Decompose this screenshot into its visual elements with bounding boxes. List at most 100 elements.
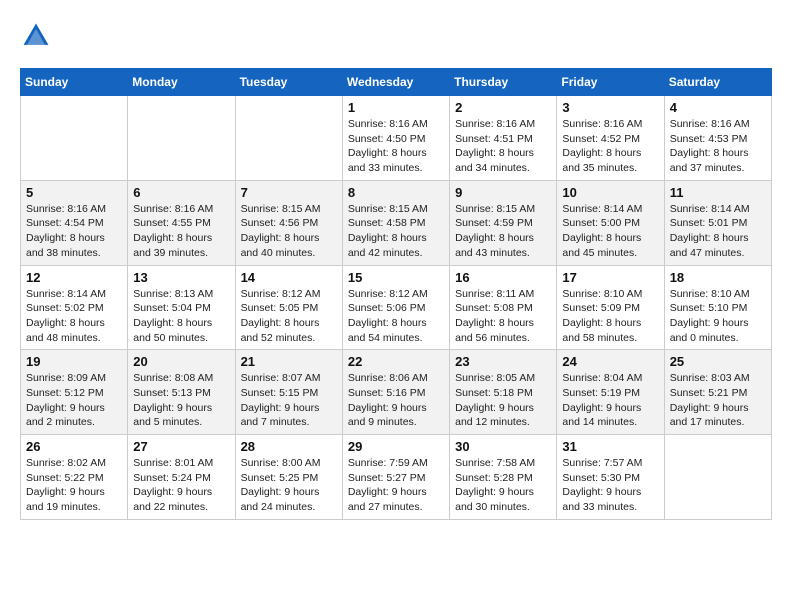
week-row-4: 19 Sunrise: 8:09 AM Sunset: 5:12 PM Dayli… (21, 350, 772, 435)
day-info: Sunrise: 8:14 AM Sunset: 5:02 PM Dayligh… (26, 287, 122, 346)
day-number: 6 (133, 185, 229, 200)
calendar-cell: 19 Sunrise: 8:09 AM Sunset: 5:12 PM Dayli… (21, 350, 128, 435)
day-info: Sunrise: 8:13 AM Sunset: 5:04 PM Dayligh… (133, 287, 229, 346)
calendar-cell: 8 Sunrise: 8:15 AM Sunset: 4:58 PM Daylig… (342, 180, 449, 265)
week-row-1: 1Sunrise: 8:16 AM Sunset: 4:50 PM Daylig… (21, 96, 772, 181)
day-number: 15 (348, 270, 444, 285)
day-info: Sunrise: 8:15 AM Sunset: 4:56 PM Dayligh… (241, 202, 337, 261)
day-info: Sunrise: 8:16 AM Sunset: 4:52 PM Dayligh… (562, 117, 658, 176)
calendar-cell: 6 Sunrise: 8:16 AM Sunset: 4:55 PM Daylig… (128, 180, 235, 265)
calendar-cell (235, 96, 342, 181)
day-number: 9 (455, 185, 551, 200)
day-info: Sunrise: 8:02 AM Sunset: 5:22 PM Dayligh… (26, 456, 122, 515)
day-number: 30 (455, 439, 551, 454)
calendar-cell: 3 Sunrise: 8:16 AM Sunset: 4:52 PM Daylig… (557, 96, 664, 181)
day-number: 13 (133, 270, 229, 285)
day-info: Sunrise: 8:07 AM Sunset: 5:15 PM Dayligh… (241, 371, 337, 430)
day-info: Sunrise: 7:58 AM Sunset: 5:28 PM Dayligh… (455, 456, 551, 515)
calendar-cell: 5 Sunrise: 8:16 AM Sunset: 4:54 PM Daylig… (21, 180, 128, 265)
calendar-cell: 29 Sunrise: 7:59 AM Sunset: 5:27 PM Dayli… (342, 435, 449, 520)
day-number: 10 (562, 185, 658, 200)
day-info: Sunrise: 7:59 AM Sunset: 5:27 PM Dayligh… (348, 456, 444, 515)
calendar-cell: 14 Sunrise: 8:12 AM Sunset: 5:05 PM Dayli… (235, 265, 342, 350)
day-number: 17 (562, 270, 658, 285)
calendar-cell: 2Sunrise: 8:16 AM Sunset: 4:51 PM Daylig… (450, 96, 557, 181)
weekday-header-thursday: Thursday (450, 69, 557, 96)
calendar-cell: 24Sunrise: 8:04 AM Sunset: 5:19 PM Dayli… (557, 350, 664, 435)
day-info: Sunrise: 8:16 AM Sunset: 4:53 PM Dayligh… (670, 117, 766, 176)
calendar-cell: 10 Sunrise: 8:14 AM Sunset: 5:00 PM Dayli… (557, 180, 664, 265)
day-number: 31 (562, 439, 658, 454)
day-number: 28 (241, 439, 337, 454)
day-info: Sunrise: 8:10 AM Sunset: 5:10 PM Dayligh… (670, 287, 766, 346)
calendar-cell: 4 Sunrise: 8:16 AM Sunset: 4:53 PM Daylig… (664, 96, 771, 181)
calendar-cell: 15 Sunrise: 8:12 AM Sunset: 5:06 PM Dayli… (342, 265, 449, 350)
day-number: 19 (26, 354, 122, 369)
weekday-header-monday: Monday (128, 69, 235, 96)
day-number: 29 (348, 439, 444, 454)
calendar-cell: 27 Sunrise: 8:01 AM Sunset: 5:24 PM Dayli… (128, 435, 235, 520)
weekday-header-saturday: Saturday (664, 69, 771, 96)
day-info: Sunrise: 8:14 AM Sunset: 5:01 PM Dayligh… (670, 202, 766, 261)
calendar-cell: 17 Sunrise: 8:10 AM Sunset: 5:09 PM Dayli… (557, 265, 664, 350)
calendar-cell: 9 Sunrise: 8:15 AM Sunset: 4:59 PM Daylig… (450, 180, 557, 265)
day-number: 11 (670, 185, 766, 200)
week-row-5: 26 Sunrise: 8:02 AM Sunset: 5:22 PM Dayli… (21, 435, 772, 520)
day-number: 4 (670, 100, 766, 115)
day-number: 24 (562, 354, 658, 369)
page-header (20, 20, 772, 52)
calendar-cell: 25Sunrise: 8:03 AM Sunset: 5:21 PM Dayli… (664, 350, 771, 435)
day-info: Sunrise: 8:12 AM Sunset: 5:05 PM Dayligh… (241, 287, 337, 346)
day-info: Sunrise: 8:01 AM Sunset: 5:24 PM Dayligh… (133, 456, 229, 515)
day-number: 23 (455, 354, 551, 369)
day-info: Sunrise: 8:15 AM Sunset: 4:59 PM Dayligh… (455, 202, 551, 261)
calendar-cell (21, 96, 128, 181)
day-info: Sunrise: 8:16 AM Sunset: 4:50 PM Dayligh… (348, 117, 444, 176)
weekday-header-row: SundayMondayTuesdayWednesdayThursdayFrid… (21, 69, 772, 96)
day-info: Sunrise: 8:15 AM Sunset: 4:58 PM Dayligh… (348, 202, 444, 261)
day-number: 5 (26, 185, 122, 200)
calendar-cell: 16Sunrise: 8:11 AM Sunset: 5:08 PM Dayli… (450, 265, 557, 350)
week-row-2: 5 Sunrise: 8:16 AM Sunset: 4:54 PM Daylig… (21, 180, 772, 265)
week-row-3: 12 Sunrise: 8:14 AM Sunset: 5:02 PM Dayli… (21, 265, 772, 350)
weekday-header-friday: Friday (557, 69, 664, 96)
day-info: Sunrise: 8:08 AM Sunset: 5:13 PM Dayligh… (133, 371, 229, 430)
day-number: 2 (455, 100, 551, 115)
calendar-cell: 7 Sunrise: 8:15 AM Sunset: 4:56 PM Daylig… (235, 180, 342, 265)
calendar-cell (664, 435, 771, 520)
logo (20, 20, 56, 52)
day-number: 27 (133, 439, 229, 454)
day-info: Sunrise: 8:16 AM Sunset: 4:55 PM Dayligh… (133, 202, 229, 261)
day-number: 7 (241, 185, 337, 200)
day-info: Sunrise: 8:11 AM Sunset: 5:08 PM Dayligh… (455, 287, 551, 346)
day-info: Sunrise: 8:10 AM Sunset: 5:09 PM Dayligh… (562, 287, 658, 346)
day-number: 3 (562, 100, 658, 115)
day-number: 12 (26, 270, 122, 285)
day-info: Sunrise: 8:00 AM Sunset: 5:25 PM Dayligh… (241, 456, 337, 515)
calendar-cell: 28 Sunrise: 8:00 AM Sunset: 5:25 PM Dayli… (235, 435, 342, 520)
calendar-cell: 30 Sunrise: 7:58 AM Sunset: 5:28 PM Dayli… (450, 435, 557, 520)
day-info: Sunrise: 7:57 AM Sunset: 5:30 PM Dayligh… (562, 456, 658, 515)
day-info: Sunrise: 8:16 AM Sunset: 4:54 PM Dayligh… (26, 202, 122, 261)
calendar-cell (128, 96, 235, 181)
day-info: Sunrise: 8:14 AM Sunset: 5:00 PM Dayligh… (562, 202, 658, 261)
calendar-cell: 13 Sunrise: 8:13 AM Sunset: 5:04 PM Dayli… (128, 265, 235, 350)
calendar-cell: 11 Sunrise: 8:14 AM Sunset: 5:01 PM Dayli… (664, 180, 771, 265)
calendar-cell: 31 Sunrise: 7:57 AM Sunset: 5:30 PM Dayli… (557, 435, 664, 520)
day-number: 22 (348, 354, 444, 369)
day-info: Sunrise: 8:12 AM Sunset: 5:06 PM Dayligh… (348, 287, 444, 346)
weekday-header-sunday: Sunday (21, 69, 128, 96)
day-info: Sunrise: 8:06 AM Sunset: 5:16 PM Dayligh… (348, 371, 444, 430)
day-number: 18 (670, 270, 766, 285)
calendar-cell: 1Sunrise: 8:16 AM Sunset: 4:50 PM Daylig… (342, 96, 449, 181)
calendar-cell: 26 Sunrise: 8:02 AM Sunset: 5:22 PM Dayli… (21, 435, 128, 520)
day-number: 8 (348, 185, 444, 200)
day-info: Sunrise: 8:03 AM Sunset: 5:21 PM Dayligh… (670, 371, 766, 430)
day-info: Sunrise: 8:09 AM Sunset: 5:12 PM Dayligh… (26, 371, 122, 430)
weekday-header-tuesday: Tuesday (235, 69, 342, 96)
calendar-cell: 22 Sunrise: 8:06 AM Sunset: 5:16 PM Dayli… (342, 350, 449, 435)
calendar-table: SundayMondayTuesdayWednesdayThursdayFrid… (20, 68, 772, 520)
day-number: 26 (26, 439, 122, 454)
day-number: 14 (241, 270, 337, 285)
day-number: 21 (241, 354, 337, 369)
